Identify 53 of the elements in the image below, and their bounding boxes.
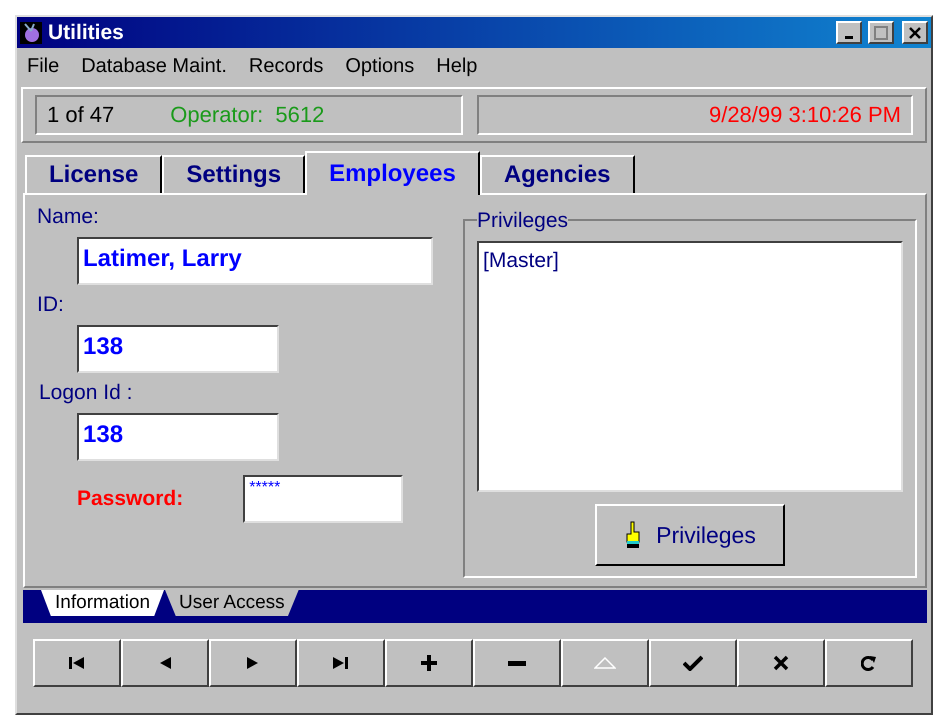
minimize-icon	[845, 36, 853, 39]
next-icon	[247, 656, 259, 670]
close-button[interactable]	[902, 21, 928, 44]
password-label: Password:	[77, 487, 184, 511]
pointing-hand-icon	[624, 521, 642, 550]
privileges-button[interactable]: Privileges	[595, 504, 785, 566]
last-record-icon	[333, 656, 349, 670]
navigation-button[interactable]	[297, 639, 385, 687]
group-title: Privileges	[477, 209, 568, 233]
previous-icon	[159, 656, 171, 670]
name-label: Name:	[37, 205, 100, 229]
subtab[interactable]: Information	[41, 590, 164, 616]
list-item[interactable]: [Master]	[483, 249, 897, 273]
minimize-button[interactable]	[836, 21, 862, 44]
plus-icon	[421, 655, 437, 671]
minus-icon	[508, 660, 526, 666]
menu-item[interactable]: Database Maint.	[81, 55, 227, 78]
maximize-button[interactable]	[868, 21, 894, 44]
tab[interactable]: Agencies	[480, 155, 635, 193]
check-icon	[683, 655, 703, 671]
navigation-button[interactable]	[473, 639, 561, 687]
navigation-button[interactable]	[121, 639, 209, 687]
menu-item[interactable]: Options	[345, 55, 414, 78]
close-icon	[908, 26, 922, 40]
datetime-text: 9/28/99 3:10:26 PM	[708, 102, 901, 128]
name-field[interactable]: Latimer, Larry	[77, 237, 433, 285]
close-icon	[773, 655, 789, 671]
tab[interactable]: License	[25, 155, 162, 193]
logon-id-field[interactable]: 138	[77, 413, 279, 461]
maximize-icon	[874, 26, 888, 40]
operator-text: Operator: 5612	[170, 102, 324, 128]
navigation-button[interactable]	[33, 639, 121, 687]
tab[interactable]: Settings	[162, 155, 306, 193]
first-record-icon	[69, 656, 85, 670]
logon-id-label: Logon Id :	[39, 381, 134, 405]
navigation-button[interactable]	[385, 639, 473, 687]
window-title: Utilities	[48, 20, 125, 44]
id-label: ID:	[37, 293, 65, 317]
subtab[interactable]: User Access	[165, 590, 299, 616]
menu-item[interactable]: Records	[248, 55, 324, 78]
menu-item[interactable]: Help	[436, 55, 478, 78]
menu-item[interactable]: File	[27, 55, 60, 78]
navigation-button[interactable]	[649, 639, 737, 687]
navigation-button[interactable]	[209, 639, 297, 687]
triangle-icon	[594, 657, 616, 669]
app-icon	[20, 22, 42, 44]
record-count: 1 of 47	[47, 102, 114, 128]
navigation-button[interactable]	[737, 639, 825, 687]
id-field[interactable]: 138	[77, 325, 279, 373]
password-field[interactable]: *****	[243, 475, 404, 523]
navigation-button[interactable]	[825, 639, 913, 687]
redo-icon	[861, 655, 877, 671]
tab[interactable]: Employees	[305, 151, 480, 195]
